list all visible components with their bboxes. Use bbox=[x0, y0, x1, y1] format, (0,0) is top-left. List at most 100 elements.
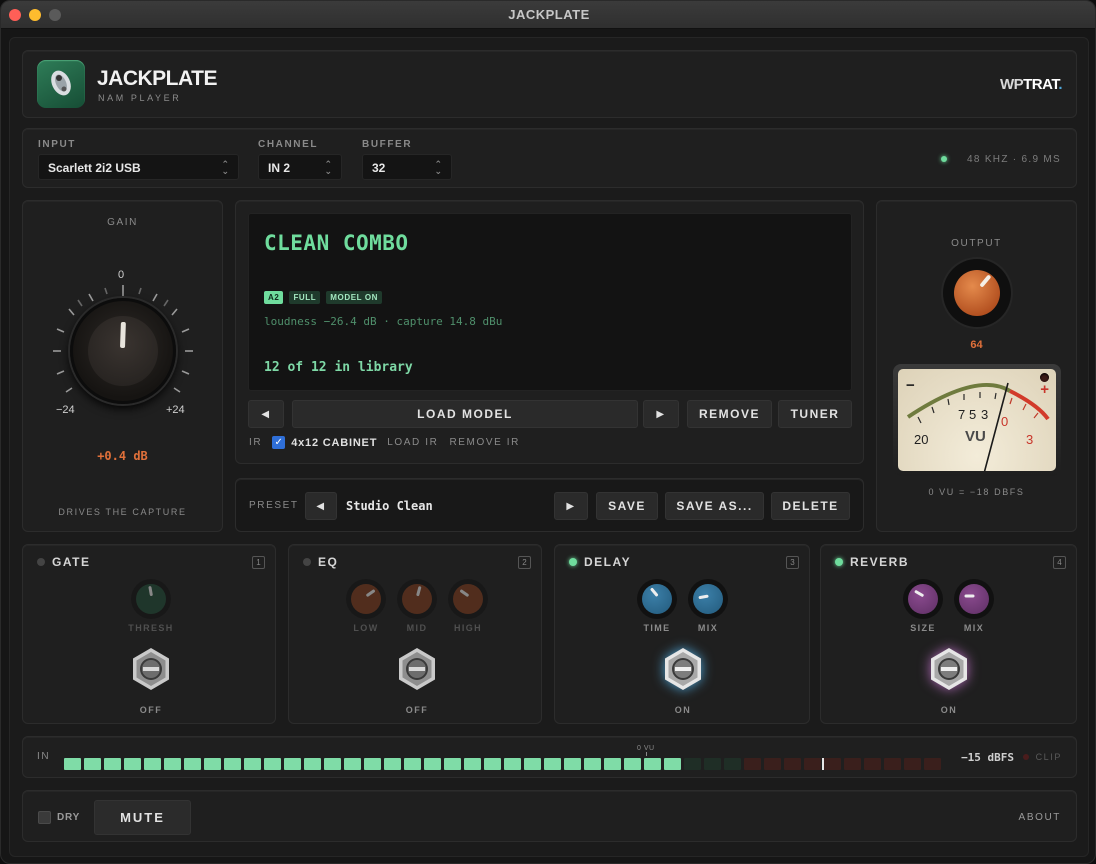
reverb-footswitch[interactable] bbox=[927, 647, 971, 691]
header-panel: JACKPLATE NAM PLAYER WPTRAT. bbox=[22, 50, 1077, 118]
select-chevron-icon: ⌃ ⌄ bbox=[324, 159, 332, 176]
delay-mix-knob[interactable] bbox=[688, 579, 728, 619]
meter-segment bbox=[384, 758, 401, 770]
fx-gate-led bbox=[37, 558, 45, 566]
meter-segment bbox=[764, 758, 781, 770]
remove-ir-link[interactable]: REMOVE IR bbox=[449, 437, 520, 448]
output-knob-cap bbox=[954, 270, 1000, 316]
meter-segment bbox=[184, 758, 201, 770]
output-knob[interactable] bbox=[943, 259, 1011, 327]
channel-select[interactable]: IN 2 ⌃ ⌄ bbox=[258, 154, 342, 180]
ir-row: IR ✓ 4x12 CABINET LOAD IR REMOVE IR bbox=[249, 436, 520, 449]
eq-low-knob[interactable] bbox=[346, 579, 386, 619]
meter-segment bbox=[704, 758, 721, 770]
prev-model-button[interactable]: ◀ bbox=[248, 400, 284, 428]
dry-label: DRY bbox=[57, 812, 81, 823]
reverb-mix-knob[interactable] bbox=[954, 579, 994, 619]
dry-checkbox[interactable] bbox=[38, 811, 51, 824]
model-name: CLEAN COMBO bbox=[264, 231, 409, 255]
eq-state: OFF bbox=[405, 705, 429, 715]
meter-segment bbox=[664, 758, 681, 770]
delay-time-knob[interactable] bbox=[637, 579, 677, 619]
fx-reverb-header: REVERB bbox=[835, 555, 909, 569]
channel-value: IN 2 bbox=[268, 161, 291, 175]
eq-high-knob[interactable] bbox=[448, 579, 488, 619]
delay-footswitch[interactable] bbox=[661, 647, 705, 691]
fx-gate-number: 1 bbox=[252, 556, 265, 569]
save-as-preset-button[interactable]: SAVE AS... bbox=[665, 492, 764, 520]
tuner-button[interactable]: TUNER bbox=[778, 400, 852, 428]
meter-segment bbox=[364, 758, 381, 770]
load-model-button[interactable]: LOAD MODEL bbox=[292, 400, 638, 428]
mute-button[interactable]: MUTE bbox=[94, 800, 191, 835]
input-device-select[interactable]: Scarlett 2i2 USB ⌃ ⌄ bbox=[38, 154, 239, 180]
input-label: INPUT bbox=[38, 139, 76, 150]
window-title: JACKPLATE bbox=[508, 7, 590, 22]
vu-plus-mark: + bbox=[1040, 381, 1049, 398]
next-preset-button[interactable]: ▶ bbox=[554, 492, 588, 520]
fx-delay-name: DELAY bbox=[584, 555, 632, 569]
meter-segment bbox=[584, 758, 601, 770]
gate-footswitch[interactable] bbox=[129, 647, 173, 691]
gain-value: +0.4 dB bbox=[97, 449, 148, 463]
reverb-size-knob[interactable] bbox=[903, 579, 943, 619]
vu-peak-led bbox=[1040, 373, 1049, 382]
maximize-window-button[interactable] bbox=[49, 9, 61, 21]
ir-checkbox[interactable]: ✓ bbox=[272, 436, 286, 449]
fx-reverb-number: 4 bbox=[1053, 556, 1066, 569]
input-meter-panel: IN 0 VU −15 dBFS CLIP bbox=[22, 736, 1077, 778]
meter-segment bbox=[804, 758, 821, 770]
fx-eq-name: EQ bbox=[318, 555, 339, 569]
vu-label: VU bbox=[965, 428, 986, 445]
save-preset-button[interactable]: SAVE bbox=[596, 492, 658, 520]
meter-segment bbox=[204, 758, 221, 770]
meter-marker-tick bbox=[646, 752, 647, 756]
fx-delay-number: 3 bbox=[786, 556, 799, 569]
buffer-value: 32 bbox=[372, 161, 386, 175]
meter-segment bbox=[524, 758, 541, 770]
vu-calibration-note: 0 VU = −18 DBFS bbox=[928, 487, 1025, 497]
meter-segment bbox=[844, 758, 861, 770]
delay-mix-label: MIX bbox=[697, 623, 719, 633]
fx-delay-led bbox=[569, 558, 577, 566]
brand-logo: WPTRAT. bbox=[1000, 76, 1063, 93]
gain-tick-max: +24 bbox=[166, 404, 185, 416]
next-model-button[interactable]: ▶ bbox=[643, 400, 679, 428]
remove-model-button[interactable]: REMOVE bbox=[687, 400, 772, 428]
model-info: loudness −26.4 dB · capture 14.8 dBu bbox=[264, 315, 503, 328]
io-panel: INPUT Scarlett 2i2 USB ⌃ ⌄ CHANNEL IN 2 ⌃ ⌄ … bbox=[22, 128, 1077, 188]
meter-segment bbox=[104, 758, 121, 770]
eq-mid-knob[interactable] bbox=[397, 579, 437, 619]
gain-knob[interactable] bbox=[70, 298, 176, 404]
gain-footer: DRIVES THE CAPTURE bbox=[58, 507, 187, 517]
delete-preset-button[interactable]: DELETE bbox=[771, 492, 850, 520]
minimize-window-button[interactable] bbox=[29, 9, 41, 21]
ir-label: IR bbox=[249, 437, 263, 448]
meter-segment bbox=[304, 758, 321, 770]
eq-footswitch[interactable] bbox=[395, 647, 439, 691]
footer-panel: DRY MUTE ABOUT bbox=[22, 790, 1077, 842]
meter-bar bbox=[64, 758, 942, 770]
select-chevron-icon: ⌃ ⌄ bbox=[221, 159, 229, 176]
meter-segment bbox=[504, 758, 521, 770]
vu-face: − + 20 7 5 3 0 3 VU bbox=[898, 369, 1056, 471]
vu-label-0: 0 bbox=[1001, 414, 1009, 429]
meter-segment bbox=[344, 758, 361, 770]
fx-gate-panel: GATE 1 THRESH OFF bbox=[22, 544, 276, 724]
meter-segment bbox=[864, 758, 881, 770]
meter-segment bbox=[124, 758, 141, 770]
fx-eq-header: EQ bbox=[303, 555, 338, 569]
meter-segment bbox=[424, 758, 441, 770]
gain-tick-min: −24 bbox=[56, 404, 75, 416]
reverb-size-knob-cap bbox=[908, 584, 938, 614]
app-body: JACKPLATE NAM PLAYER WPTRAT. INPUT Scarl… bbox=[9, 37, 1089, 857]
prev-preset-button[interactable]: ◀ bbox=[305, 492, 337, 520]
app-window: JACKPLATE JACKPLATE NAM PLAYER WPTRAT. I… bbox=[0, 0, 1096, 864]
fx-reverb-led bbox=[835, 558, 843, 566]
buffer-select[interactable]: 32 ⌃ ⌄ bbox=[362, 154, 452, 180]
meter-segment bbox=[444, 758, 461, 770]
load-ir-link[interactable]: LOAD IR bbox=[387, 437, 438, 448]
gate-thresh-knob[interactable] bbox=[131, 579, 171, 619]
close-window-button[interactable] bbox=[9, 9, 21, 21]
about-link[interactable]: ABOUT bbox=[1019, 812, 1061, 823]
